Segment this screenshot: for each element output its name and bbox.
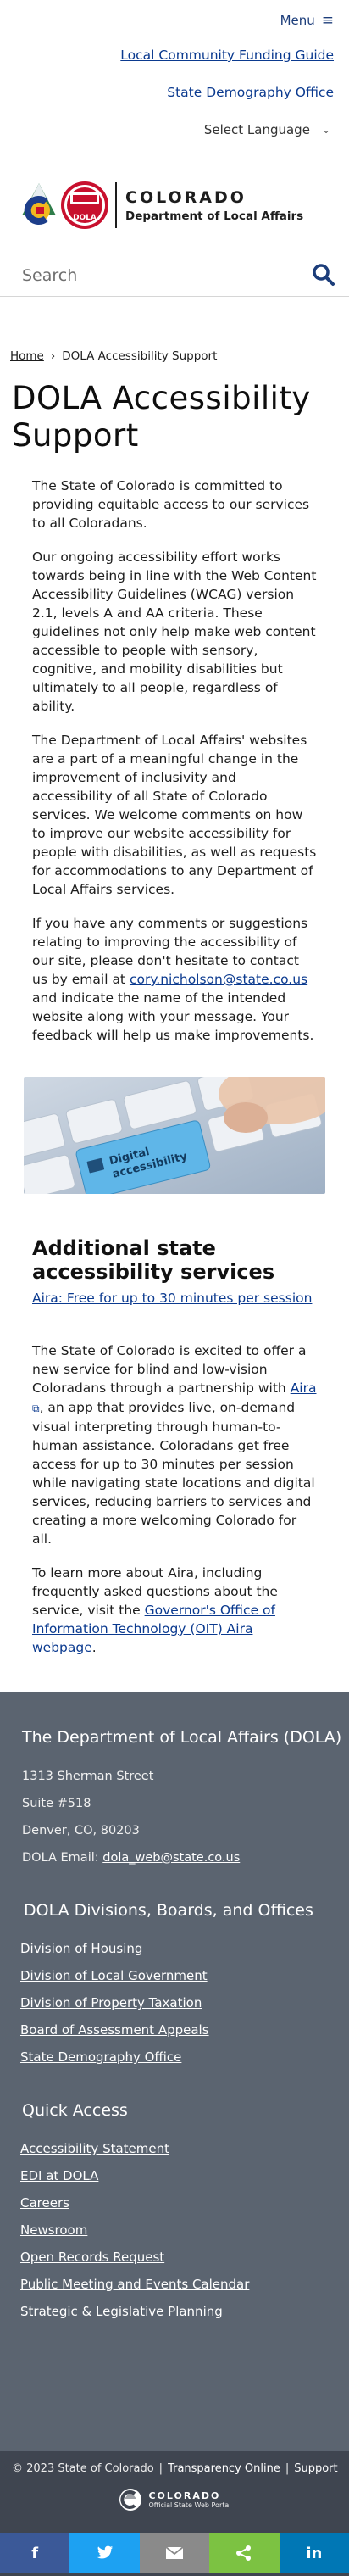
- colorado-c-logo-icon: [22, 183, 56, 225]
- footer-divisions-heading: DOLA Divisions, Boards, and Offices: [24, 1901, 313, 1920]
- footer-link-accessibility[interactable]: Accessibility Statement: [0, 2141, 349, 2156]
- share-icon: [236, 2545, 252, 2561]
- twitter-icon: [97, 2545, 113, 2559]
- footer-link-housing[interactable]: Division of Housing: [0, 1941, 349, 1956]
- dola-badge-icon: DOLA: [61, 181, 108, 229]
- twitter-share-button[interactable]: [69, 2533, 140, 2573]
- support-link[interactable]: Support: [294, 2462, 337, 2475]
- brand-state: COLORADO: [125, 187, 247, 207]
- breadcrumb-current: DOLA Accessibility Support: [62, 349, 218, 363]
- linkedin-icon: in: [306, 2544, 323, 2562]
- search-icon[interactable]: [312, 263, 335, 290]
- menu-label: Menu: [280, 13, 315, 28]
- brand-text: COLORADO Department of Local Affairs: [125, 188, 303, 223]
- footer-email-line: DOLA Email: dola_web@state.co.us: [0, 1851, 349, 1865]
- search-bar: [0, 261, 349, 297]
- copyright-text: © 2023 State of Colorado: [12, 2462, 154, 2475]
- footer-quick-heading: Quick Access: [22, 2101, 128, 2120]
- breadcrumb: Home › DOLA Accessibility Support: [0, 349, 349, 363]
- footer-address-1: 1313 Sherman Street: [22, 1770, 154, 1783]
- search-input[interactable]: [0, 261, 288, 290]
- footer-link-newsroom[interactable]: Newsroom: [0, 2222, 349, 2238]
- footer-link-assessment-appeals[interactable]: Board of Assessment Appeals: [0, 2022, 349, 2038]
- linkedin-share-button[interactable]: in: [279, 2533, 349, 2573]
- portal-state-text: COLORADO: [148, 2490, 221, 2501]
- aira-anchor-link[interactable]: Aira: Free for up to 30 minutes per sess…: [32, 1291, 317, 1306]
- legal-separator-2: |: [285, 2462, 290, 2475]
- email-share-button[interactable]: [139, 2533, 210, 2573]
- facebook-share-button[interactable]: f: [0, 2533, 70, 2573]
- aira-paragraph: The State of Colorado is excited to offe…: [32, 1341, 317, 1548]
- email-icon: [165, 2546, 184, 2559]
- transparency-link[interactable]: Transparency Online: [168, 2462, 280, 2475]
- page-title: DOLA Accessibility Support: [12, 380, 311, 454]
- contact-text-end: and indicate the name of the intended we…: [32, 990, 314, 1043]
- footer-legal: © 2023 State of Colorado | Transparency …: [0, 2451, 349, 2475]
- footer-link-edi[interactable]: EDI at DOLA: [0, 2168, 349, 2183]
- language-select[interactable]: Select Language ⌄: [0, 122, 349, 137]
- aira-heading: Additional state accessibility services: [32, 1236, 275, 1284]
- site-brand[interactable]: DOLA COLORADO Department of Local Affair…: [0, 178, 349, 232]
- contact-email-link[interactable]: cory.nicholson@state.co.us: [130, 972, 307, 987]
- dola-websites-paragraph: The Department of Local Affairs' website…: [32, 733, 317, 897]
- utility-link-funding-guide[interactable]: Local Community Funding Guide: [0, 47, 349, 63]
- wcag-paragraph: Our ongoing accessibility effort works t…: [32, 549, 317, 714]
- aira-link-text: Aira: [290, 1380, 317, 1396]
- footer-link-demography[interactable]: State Demography Office: [0, 2049, 349, 2065]
- legal-separator-1: |: [158, 2462, 163, 2475]
- top-bar: Menu ≡: [0, 0, 349, 44]
- aira-learn-more-paragraph: To learn more about Aira, including freq…: [32, 1564, 317, 1657]
- dola-badge-text: DOLA: [73, 214, 97, 222]
- portal-sub-text: Official State Web Portal: [148, 2501, 231, 2509]
- footer-email-label: DOLA Email:: [22, 1851, 103, 1865]
- footer-link-public-meetings[interactable]: Public Meeting and Events Calendar: [0, 2277, 349, 2292]
- learn-more-end: .: [91, 1640, 97, 1655]
- footer-link-property-taxation[interactable]: Division of Property Taxation: [0, 1995, 349, 2010]
- colorado-logo: DOLA: [20, 180, 110, 231]
- footer-link-careers[interactable]: Careers: [0, 2195, 349, 2211]
- brand-department: Department of Local Affairs: [125, 209, 304, 223]
- breadcrumb-separator: ›: [50, 349, 56, 363]
- site-footer: The Department of Local Affairs (DOLA) 1…: [0, 1692, 349, 2576]
- intro-paragraph: The State of Colorado is committed to pr…: [32, 478, 310, 531]
- share-bar: f in: [0, 2533, 349, 2573]
- main-content: The State of Colorado is committed to pr…: [0, 477, 349, 1045]
- external-link-icon: ⧉: [32, 1402, 40, 1414]
- state-portal-logo[interactable]: COLORADO Official State Web Portal: [0, 2487, 349, 2512]
- footer-link-strategic-planning[interactable]: Strategic & Legislative Planning: [0, 2304, 349, 2319]
- breadcrumb-home[interactable]: Home: [10, 349, 44, 363]
- footer-email-link[interactable]: dola_web@state.co.us: [102, 1851, 240, 1865]
- aira-content: The State of Colorado is excited to offe…: [0, 1341, 349, 1657]
- footer-link-local-government[interactable]: Division of Local Government: [0, 1968, 349, 1983]
- footer-link-open-records[interactable]: Open Records Request: [0, 2250, 349, 2265]
- chevron-down-icon: ⌄: [321, 124, 330, 136]
- menu-button[interactable]: Menu ≡: [280, 12, 334, 29]
- aira-text-end: , an app that provides live, on-demand v…: [32, 1400, 315, 1547]
- contact-paragraph: If you have any comments or suggestions …: [32, 914, 317, 1045]
- generic-share-button[interactable]: [209, 2533, 280, 2573]
- facebook-icon: f: [31, 2544, 39, 2562]
- aira-text: The State of Colorado is excited to offe…: [32, 1343, 307, 1396]
- digital-accessibility-image: Digital accessibility: [24, 1077, 325, 1194]
- footer-org-heading: The Department of Local Affairs (DOLA): [22, 1728, 342, 1747]
- brand-divider: [115, 182, 117, 228]
- footer-address-3: Denver, CO, 80203: [22, 1824, 140, 1837]
- utility-link-demography[interactable]: State Demography Office: [0, 85, 349, 100]
- hamburger-icon: ≡: [321, 12, 334, 29]
- colorado-portal-icon: [119, 2489, 142, 2511]
- footer-address-2: Suite #518: [22, 1797, 91, 1810]
- language-label: Select Language: [203, 122, 310, 137]
